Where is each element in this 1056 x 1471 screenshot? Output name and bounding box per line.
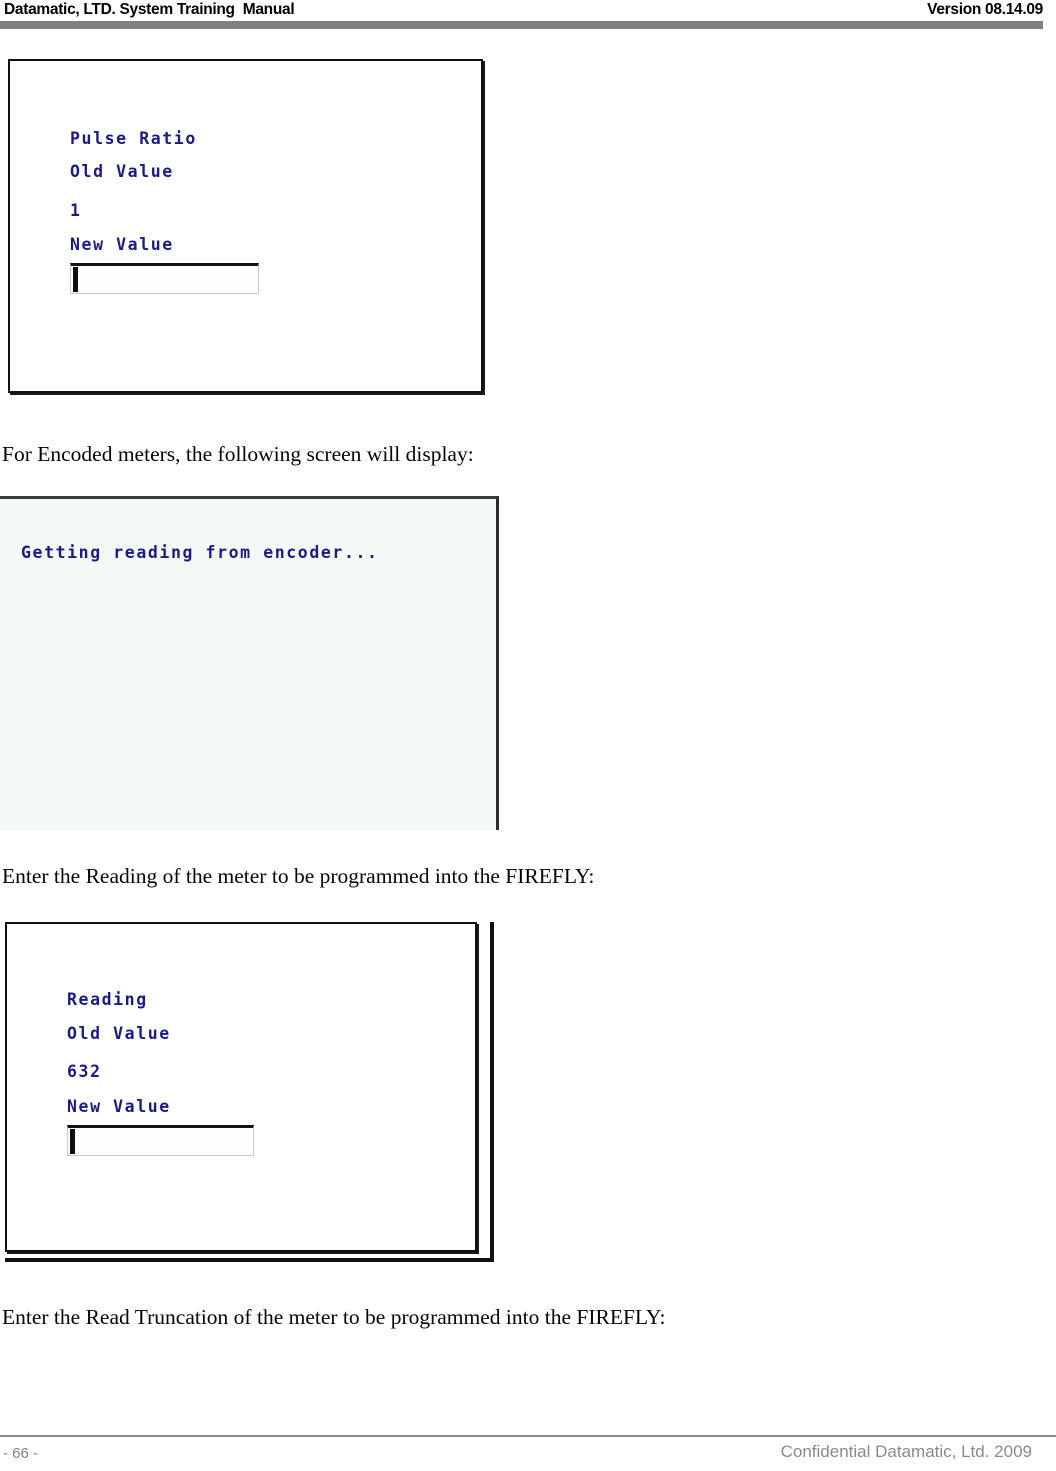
screen-panel: Reading Old Value 632 New Value [5, 922, 477, 1252]
screen-inner-bevel [8, 925, 474, 1249]
screenshot-reading-entry-screen: Reading Old Value 632 New Value [5, 922, 494, 1262]
screenshot-encoder-reading-status-screen: Getting reading from encoder... [0, 496, 499, 830]
footer-page-number: - 66 - [3, 1445, 39, 1462]
paragraph-enter-read-truncation: Enter the Read Truncation of the meter t… [2, 1305, 666, 1329]
pulse-ratio-new-value-label: New Value [70, 235, 174, 254]
header-manual-title: Datamatic, LTD. System Training Manual [4, 1, 295, 18]
pulse-ratio-field-label: Pulse Ratio [70, 129, 197, 148]
text-caret-icon [70, 1129, 75, 1154]
pulse-ratio-new-value-input[interactable] [70, 263, 259, 294]
page-header: Datamatic, LTD. System Training Manual V… [0, 0, 1056, 30]
text-caret-icon [73, 267, 78, 292]
reading-old-value: 632 [67, 1062, 102, 1081]
footer-confidential-notice: Confidential Datamatic, Ltd. 2009 [780, 1442, 1032, 1461]
reading-field-label: Reading [67, 990, 148, 1009]
paragraph-enter-reading: Enter the Reading of the meter to be pro… [2, 864, 595, 888]
paragraph-encoded-meters: For Encoded meters, the following screen… [2, 442, 474, 466]
reading-new-value-input[interactable] [67, 1125, 254, 1156]
screenshot-pulse-ratio-entry-screen: Pulse Ratio Old Value 1 New Value [8, 59, 483, 393]
reading-old-value-label: Old Value [67, 1024, 171, 1043]
reading-new-value-label: New Value [67, 1097, 171, 1116]
header-version-label: Version 08.14.09 [927, 1, 1043, 18]
pulse-ratio-old-value-label: Old Value [70, 162, 174, 181]
pulse-ratio-old-value: 1 [70, 201, 82, 220]
encoder-status-message: Getting reading from encoder... [21, 543, 379, 562]
footer-divider-rule [0, 1435, 1056, 1437]
screen-inner-bevel [11, 62, 480, 390]
header-divider-bar [0, 21, 1043, 29]
